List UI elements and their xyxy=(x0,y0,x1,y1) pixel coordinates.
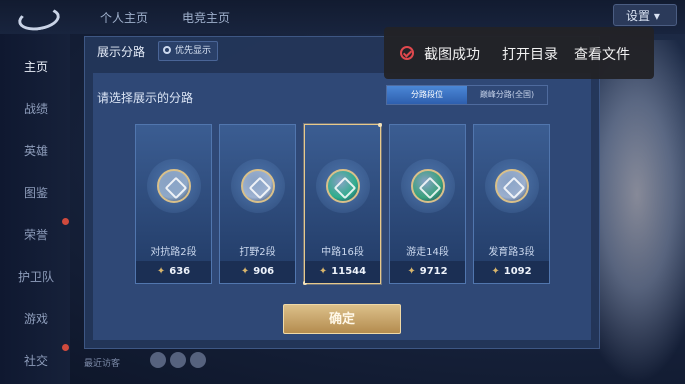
lane-card-jungle[interactable]: 打野2段 ✦ 906 xyxy=(219,124,296,284)
sidebar-item-honor[interactable]: 荣誉 xyxy=(0,226,70,243)
segment-control: 分路段位 巅峰分路(全国) xyxy=(386,85,548,105)
sidebar-item-heroes[interactable]: 英雄 xyxy=(0,142,70,159)
lane-display-dialog: 展示分路 优先显示 请选择展示的分路 分路段位 巅峰分路(全国) 对抗路2段 ✦… xyxy=(84,36,600,349)
score-value: 636 xyxy=(169,266,191,277)
screenshot-toast: 截图成功 打开目录 查看文件 xyxy=(384,27,654,79)
chevron-down-icon: ▾ xyxy=(653,9,660,23)
mid-lane-emblem-icon xyxy=(326,169,360,203)
sidebar-item-social[interactable]: 社交 xyxy=(0,352,70,369)
check-circle-icon xyxy=(400,46,414,60)
visitor-avatar[interactable] xyxy=(190,352,206,368)
lane-name: 对抗路2段 xyxy=(150,247,197,258)
score-star-icon: ✦ xyxy=(240,266,250,277)
confirm-button[interactable]: 确定 xyxy=(283,304,401,334)
lane-score: ✦ 636 xyxy=(136,261,211,283)
jungle-emblem-icon xyxy=(241,169,275,203)
open-directory-link[interactable]: 打开目录 xyxy=(502,44,558,64)
lane-card-support[interactable]: 游走14段 ✦ 9712 xyxy=(389,124,466,284)
lane-name: 发育路3段 xyxy=(488,247,535,258)
score-value: 1092 xyxy=(503,266,532,277)
visitor-avatar[interactable] xyxy=(150,352,166,368)
lane-name: 打野2段 xyxy=(239,247,276,258)
settings-button[interactable]: 设置 ▾ xyxy=(613,4,677,26)
lane-card-adc[interactable]: 发育路3段 ✦ 1092 xyxy=(473,124,550,284)
sidebar-item-games[interactable]: 游戏 xyxy=(0,310,70,327)
selection-corner xyxy=(378,123,382,127)
toast-message: 截图成功 xyxy=(424,47,480,63)
visitor-avatar[interactable] xyxy=(170,352,186,368)
score-star-icon: ✦ xyxy=(491,266,500,277)
view-file-link[interactable]: 查看文件 xyxy=(574,44,630,64)
sidebar-item-guard[interactable]: 护卫队 xyxy=(0,268,70,285)
score-star-icon: ✦ xyxy=(407,266,416,277)
lane-score: ✦ 11544 xyxy=(305,261,380,283)
gear-icon xyxy=(163,46,171,54)
segment-peak-lane[interactable]: 巅峰分路(全国) xyxy=(467,86,547,104)
lane-card-top[interactable]: 对抗路2段 ✦ 636 xyxy=(135,124,212,284)
lane-name: 游走14段 xyxy=(406,247,449,258)
dialog-title: 展示分路 xyxy=(97,45,146,59)
priority-display-button[interactable]: 优先显示 xyxy=(158,41,219,61)
score-star-icon: ✦ xyxy=(156,266,166,277)
lane-score: ✦ 906 xyxy=(220,261,295,283)
segment-lane-rank[interactable]: 分路段位 xyxy=(387,86,467,104)
notification-dot xyxy=(62,344,69,351)
sidebar-item-records[interactable]: 战绩 xyxy=(0,100,70,117)
tab-personal-home[interactable]: 个人主页 xyxy=(100,9,148,26)
recent-visitors-label: 最近访客 xyxy=(84,359,121,369)
game-logo-icon xyxy=(16,4,62,34)
score-value: 11544 xyxy=(331,266,367,277)
sidebar-item-collection[interactable]: 图鉴 xyxy=(0,184,70,201)
dialog-subtitle: 请选择展示的分路 xyxy=(97,91,194,105)
tab-esports-home[interactable]: 电竞主页 xyxy=(182,9,230,26)
lane-name: 中路16段 xyxy=(321,247,364,258)
score-value: 906 xyxy=(253,266,275,277)
lane-score: ✦ 1092 xyxy=(474,261,549,283)
lane-card-mid[interactable]: 中路16段 ✦ 11544 xyxy=(303,123,382,285)
sidebar: 主页 战绩 英雄 图鉴 荣誉 护卫队 游戏 社交 xyxy=(0,34,70,384)
sidebar-item-home[interactable]: 主页 xyxy=(0,58,70,75)
priority-label: 优先显示 xyxy=(175,46,212,56)
lane-score: ✦ 9712 xyxy=(390,261,465,283)
dialog-body: 请选择展示的分路 分路段位 巅峰分路(全国) 对抗路2段 ✦ 636 打野2段 ✦… xyxy=(93,73,591,340)
support-emblem-icon xyxy=(411,169,445,203)
settings-label: 设置 xyxy=(626,9,651,23)
score-star-icon: ✦ xyxy=(318,266,328,277)
top-lane-emblem-icon xyxy=(157,169,191,203)
farm-lane-emblem-icon xyxy=(495,169,529,203)
score-value: 9712 xyxy=(419,266,448,277)
notification-dot xyxy=(62,218,69,225)
